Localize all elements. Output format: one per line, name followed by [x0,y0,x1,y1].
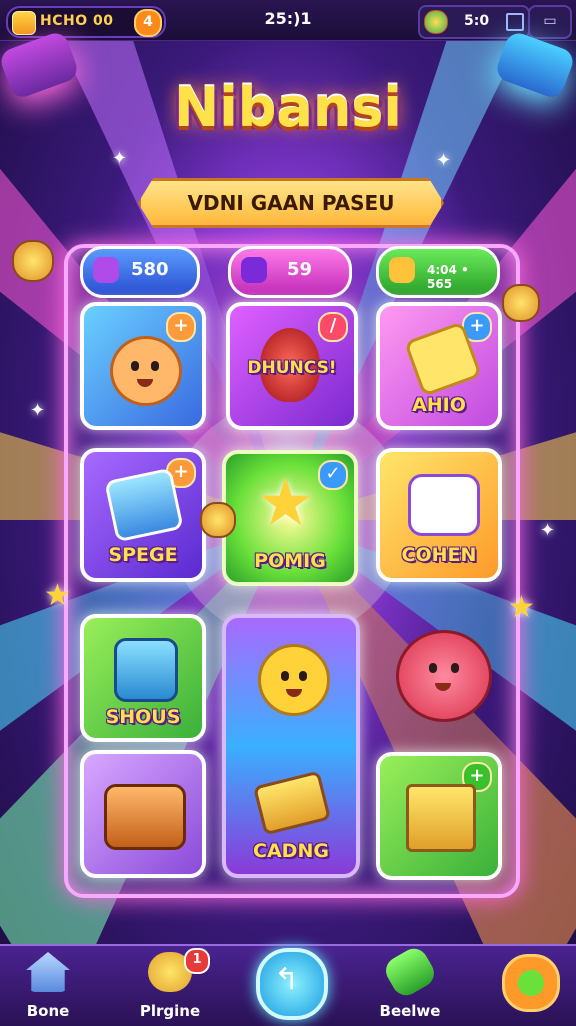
tile-creature-card-label: CADNG [253,840,329,862]
nav-settings[interactable] [480,946,576,1026]
floating-coin-icon [12,240,54,282]
star-icon: ★ [44,578,71,613]
stat-gems[interactable]: 59 [228,246,352,298]
tile-crystal-card-label: SPEGE [108,544,178,566]
tile-crystal-card[interactable]: + SPEGE [80,448,206,582]
coin-counter[interactable]: HCHO 00 4 [6,6,166,38]
tile-star-label: POMIG [254,550,326,572]
tile-heart-key[interactable]: + AHIO [376,302,502,430]
tile-creature-card[interactable]: CADNG [222,614,360,878]
tile-dice[interactable]: SHOUS [80,614,206,742]
star-icon: ★ [508,590,535,625]
home-icon [26,952,70,992]
tile-dice-label: SHOUS [105,706,181,728]
settings-gear-icon [502,954,560,1012]
game-logo: Nibansi [174,76,402,139]
stat-gold-value: 4:04 • 565 [427,263,469,291]
potion-icon [93,257,119,283]
gold-star-icon: ★ [256,464,316,541]
hero-face-icon [110,336,182,406]
globe-icon [424,10,448,34]
floating-coin-icon [200,502,236,538]
tile-ruby-label: DHUNCS! [247,358,337,378]
nav-home-label: Bone [26,1002,70,1020]
message-face-icon: ▭ [543,13,557,29]
add-icon[interactable]: + [166,312,196,342]
sparkle-icon: ✦ [540,520,556,541]
tile-hero[interactable]: + [80,302,206,430]
stat-potions[interactable]: 580 [80,246,200,298]
golden-card-icon [252,770,332,836]
tile-ruby[interactable]: / DHUNCS! [226,302,358,430]
back-arrow-icon: ↰ [274,962,300,997]
notification-badge: 1 [184,948,210,974]
nav-chat-label: Plrgine [139,1002,201,1020]
center-play-button[interactable]: ↰ [256,948,328,1020]
tile-candy-roll-label: COHEN [401,544,477,566]
add-icon[interactable]: / [318,312,348,342]
message-button[interactable]: ▭ [528,5,572,39]
gold-bar-icon [389,257,415,283]
tile-star[interactable]: ✓ ★ POMIG [222,450,358,586]
wrench-icon [380,943,440,1001]
gem-icon [241,257,267,283]
square-icon [506,13,524,31]
stat-potions-value: 580 [131,259,169,280]
coin-counter-label: HCHO 00 [40,13,114,29]
nav-chat[interactable]: 1 Plrgine [122,946,218,1026]
candy-roll-icon [408,474,480,536]
energy-value: 5:0 [464,13,490,29]
stat-gems-value: 59 [287,259,313,280]
title-banner: VDNI GAAN PASEU [138,178,444,228]
gift-box-icon [406,784,476,852]
coin-badge[interactable]: 4 [134,9,162,37]
tile-animal-basket[interactable] [80,750,206,878]
sparkle-icon: ✦ [30,400,46,421]
nav-wrench[interactable]: Beelwe [362,943,458,1026]
tile-heart-key-label: AHIO [412,394,466,416]
timer-display: 25:)1 [264,9,312,28]
top-status-bar: HCHO 00 4 25:)1 5:0 ▭ [0,0,576,41]
green-hat-creature-icon [258,644,330,716]
sparkle-icon: ✦ [436,150,452,171]
animal-basket-icon [104,784,186,850]
sparkle-icon: ✦ [112,148,128,169]
dice-icon [114,638,178,702]
crystal-card-icon [104,467,184,543]
stat-gold[interactable]: 4:04 • 565 [376,246,500,298]
coin-icon [12,11,36,35]
tile-gift-box[interactable]: + [376,752,502,880]
add-icon[interactable]: ✓ [318,460,348,490]
floating-coin-icon [502,284,540,322]
pink-bunny-icon[interactable] [396,630,492,722]
nav-home[interactable]: Bone [0,946,96,1026]
tile-candy-roll[interactable]: COHEN [376,448,502,582]
nav-wrench-label: Beelwe [379,1002,441,1020]
